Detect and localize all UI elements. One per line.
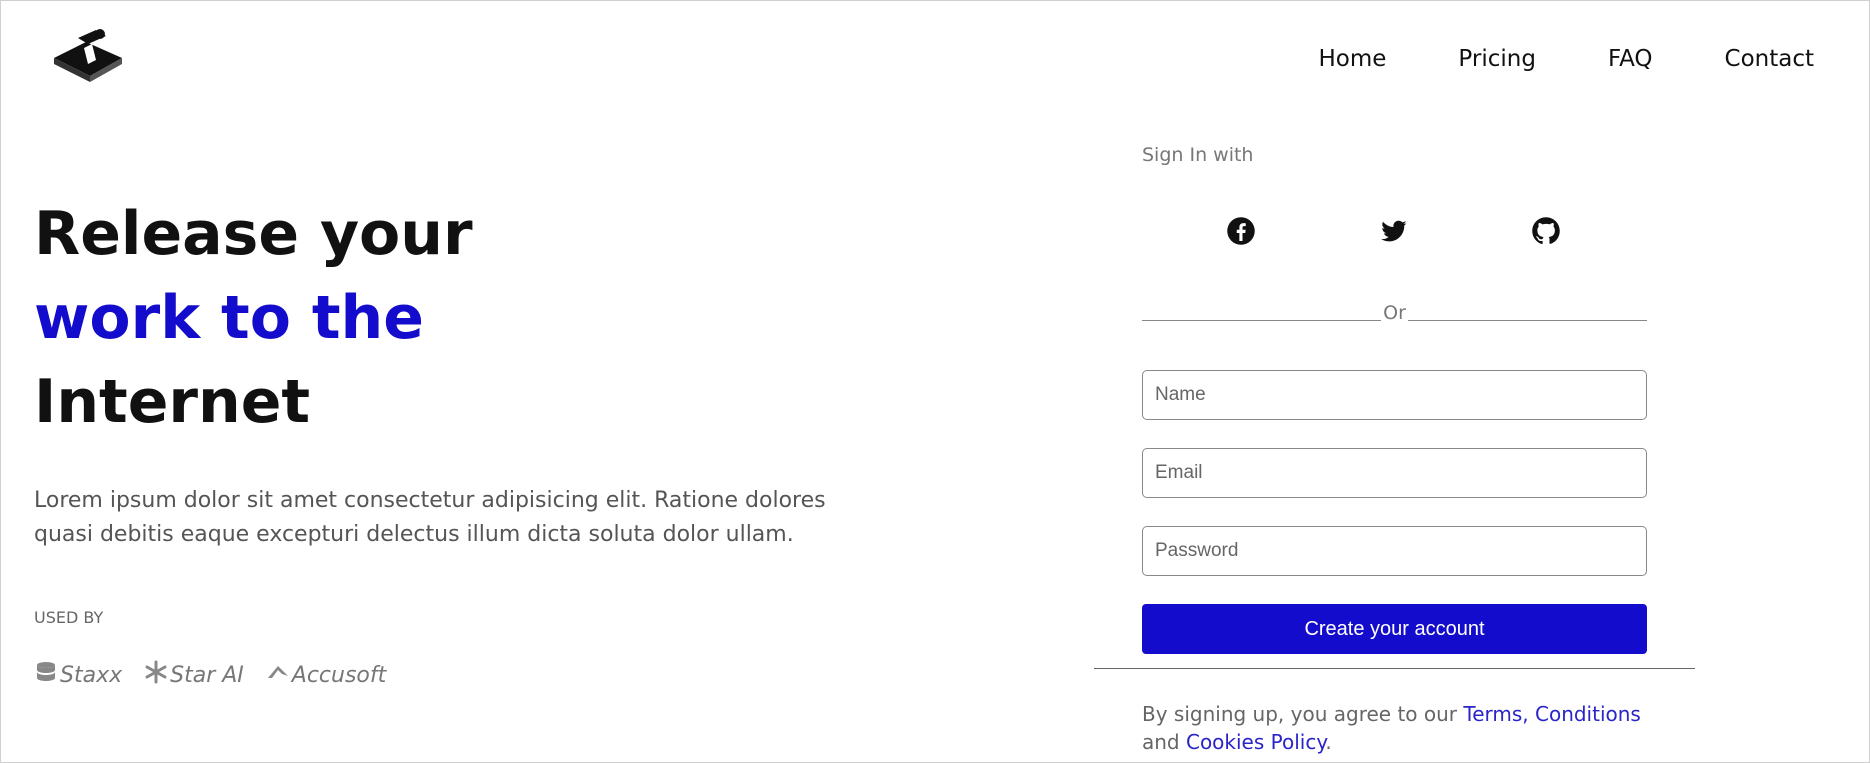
create-account-button[interactable]: Create your account: [1142, 604, 1647, 654]
terms-prefix: By signing up, you agree to our: [1142, 702, 1464, 726]
hero-section: Release your work to the Internet Lorem …: [34, 192, 914, 552]
brand-accusoft-label: Accusoft: [291, 662, 387, 688]
email-input[interactable]: [1142, 448, 1647, 498]
brand-star-ai: Star AI: [144, 660, 244, 690]
social-login-row: [1226, 216, 1561, 246]
headline-line-2: work to the: [34, 283, 424, 353]
main-nav: Home Pricing FAQ Contact: [1319, 46, 1815, 72]
cookies-policy-link[interactable]: Cookies Policy: [1186, 730, 1325, 754]
nav-contact[interactable]: Contact: [1725, 46, 1814, 72]
terms-conditions-link[interactable]: Terms, Conditions: [1463, 702, 1640, 726]
nav-home[interactable]: Home: [1319, 46, 1387, 72]
used-by-label: USED BY: [34, 608, 104, 627]
form-divider: [1094, 668, 1695, 669]
brand-staxx-label: Staxx: [60, 662, 123, 688]
name-input[interactable]: [1142, 370, 1647, 420]
facebook-icon[interactable]: [1226, 216, 1256, 246]
nav-faq[interactable]: FAQ: [1608, 46, 1653, 72]
twitter-icon[interactable]: [1379, 216, 1409, 246]
headline-line-3: Internet: [34, 367, 311, 437]
hero-description: Lorem ipsum dolor sit amet consectetur a…: [34, 488, 826, 547]
password-input[interactable]: [1142, 526, 1647, 576]
separator-line-left: [1142, 320, 1382, 321]
brand-staxx: Staxx: [34, 660, 122, 690]
accusoft-icon: [266, 660, 290, 690]
brand-star-ai-label: Star AI: [170, 662, 244, 688]
hero-headline: Release your work to the Internet: [34, 192, 914, 444]
database-icon: [34, 660, 58, 690]
terms-suffix: .: [1325, 730, 1332, 754]
or-label: Or: [1383, 302, 1406, 324]
headline-line-1: Release your: [34, 199, 473, 269]
asterisk-icon: [144, 660, 168, 690]
separator-line-right: [1407, 320, 1647, 321]
signup-panel: Sign In with Or Create your account: [1142, 144, 1647, 654]
brand-accusoft: Accusoft: [266, 660, 386, 690]
brand-logos: Staxx Star AI Accusoft: [34, 660, 386, 690]
github-icon[interactable]: [1531, 216, 1561, 246]
terms-notice: By signing up, you agree to our Terms, C…: [1142, 700, 1682, 756]
terms-and: and: [1142, 730, 1186, 754]
or-separator: Or: [1142, 302, 1647, 324]
logo-icon[interactable]: [48, 24, 128, 88]
sign-in-with-label: Sign In with: [1142, 144, 1254, 166]
nav-pricing[interactable]: Pricing: [1458, 46, 1536, 72]
